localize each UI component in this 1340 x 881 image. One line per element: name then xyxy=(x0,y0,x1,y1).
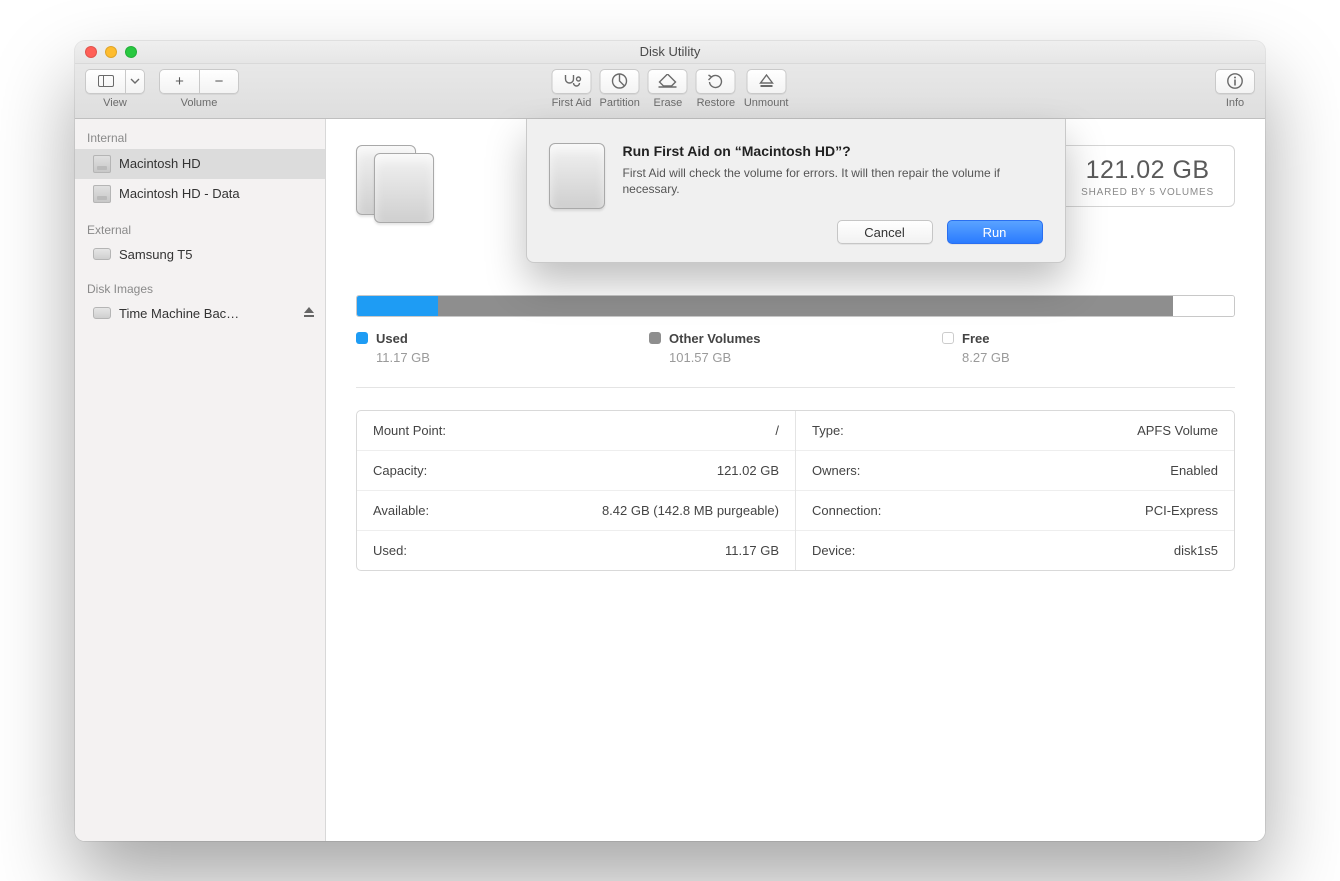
dialog-title: Run First Aid on “Macintosh HD”? xyxy=(623,143,1043,159)
info-icon xyxy=(1226,72,1244,90)
sidebar-section-internal: Internal xyxy=(75,127,325,149)
cancel-button[interactable]: Cancel xyxy=(837,220,933,244)
erase-label: Erase xyxy=(653,97,682,109)
volume-icon xyxy=(93,185,111,203)
erase-button[interactable] xyxy=(648,69,688,94)
detail-row: Available:8.42 GB (142.8 MB purgeable) xyxy=(357,491,795,531)
partition-group: Partition xyxy=(600,69,640,109)
detail-row: Capacity:121.02 GB xyxy=(357,451,795,491)
detail-row: Used:11.17 GB xyxy=(357,531,795,570)
volume-icon xyxy=(93,155,111,173)
capacity-value: 121.02 GB xyxy=(1081,156,1214,185)
usage-bar-free xyxy=(1173,296,1234,316)
free-label: Free xyxy=(962,331,989,346)
usage-bar-other xyxy=(438,296,1174,316)
view-menu-button[interactable] xyxy=(125,69,145,94)
divider xyxy=(356,387,1235,388)
run-button[interactable]: Run xyxy=(947,220,1043,244)
disk-image-icon xyxy=(93,307,111,319)
dialog-body: First Aid will check the volume for erro… xyxy=(623,165,1043,199)
volume-group: + − Volume xyxy=(159,69,239,109)
sidebar-item-samsung-t5[interactable]: Samsung T5 xyxy=(75,241,325,268)
stethoscope-icon xyxy=(562,73,582,89)
titlebar: Disk Utility xyxy=(75,41,1265,64)
used-swatch xyxy=(356,332,368,344)
unmount-group: Unmount xyxy=(744,69,789,109)
window-body: Internal Macintosh HD Macintosh HD - Dat… xyxy=(75,119,1265,841)
free-swatch xyxy=(942,332,954,344)
minus-icon: − xyxy=(215,73,224,90)
volume-artwork xyxy=(356,145,434,223)
view-label: View xyxy=(103,97,127,109)
first-aid-button[interactable] xyxy=(552,69,592,94)
capacity-subtitle: SHARED BY 5 VOLUMES xyxy=(1081,187,1214,198)
sidebar-section-images: Disk Images xyxy=(75,278,325,300)
info-button[interactable] xyxy=(1215,69,1255,94)
detail-row: Connection:PCI-Express xyxy=(796,491,1234,531)
sidebar-item-label: Macintosh HD - Data xyxy=(119,186,240,201)
detail-row: Mount Point:/ xyxy=(357,411,795,451)
plus-icon: + xyxy=(175,73,184,90)
sidebar-item-label: Time Machine Bac… xyxy=(119,306,239,321)
eject-icon xyxy=(303,307,315,318)
toolbar: View + − Volume First Aid Partition xyxy=(75,64,1265,119)
usage-legend: Used 11.17 GB Other Volumes 101.57 GB Fr… xyxy=(356,331,1235,365)
detail-row: Type:APFS Volume xyxy=(796,411,1234,451)
first-aid-label: First Aid xyxy=(552,97,592,109)
volume-add-button[interactable]: + xyxy=(159,69,199,94)
sidebar-section-external: External xyxy=(75,219,325,241)
eraser-icon xyxy=(658,74,678,88)
volume-remove-button[interactable]: − xyxy=(199,69,239,94)
other-value: 101.57 GB xyxy=(669,350,942,365)
hard-drive-icon xyxy=(549,143,605,209)
details-table: Mount Point:/ Capacity:121.02 GB Availab… xyxy=(356,410,1235,571)
usage-bar-used xyxy=(357,296,438,316)
other-swatch xyxy=(649,332,661,344)
erase-group: Erase xyxy=(648,69,688,109)
first-aid-dialog: Run First Aid on “Macintosh HD”? First A… xyxy=(526,119,1066,264)
restore-icon xyxy=(707,73,725,89)
info-group: Info xyxy=(1215,69,1255,109)
partition-button[interactable] xyxy=(600,69,640,94)
sidebar-item-macintosh-hd[interactable]: Macintosh HD xyxy=(75,149,325,179)
usage-bar xyxy=(356,295,1235,317)
sidebar-item-time-machine-backup[interactable]: Time Machine Bac… xyxy=(75,300,325,327)
eject-icon xyxy=(758,74,774,88)
view-sidebar-button[interactable] xyxy=(85,69,125,94)
info-label: Info xyxy=(1226,97,1244,109)
sidebar-item-macintosh-hd-data[interactable]: Macintosh HD - Data xyxy=(75,179,325,209)
partition-label: Partition xyxy=(600,97,640,109)
chevron-down-icon xyxy=(130,78,140,84)
detail-row: Owners:Enabled xyxy=(796,451,1234,491)
sidebar: Internal Macintosh HD Macintosh HD - Dat… xyxy=(75,119,326,841)
details-left: Mount Point:/ Capacity:121.02 GB Availab… xyxy=(357,411,796,570)
restore-button[interactable] xyxy=(696,69,736,94)
unmount-button[interactable] xyxy=(746,69,786,94)
external-drive-icon xyxy=(93,248,111,260)
sidebar-icon xyxy=(98,75,114,87)
detail-row: Device:disk1s5 xyxy=(796,531,1234,570)
view-group: View xyxy=(85,69,145,109)
main-content: 121.02 GB SHARED BY 5 VOLUMES Used 11.17… xyxy=(326,119,1265,841)
dialog-icon xyxy=(549,143,605,245)
volume-label: Volume xyxy=(181,97,218,109)
restore-label: Restore xyxy=(697,97,736,109)
unmount-label: Unmount xyxy=(744,97,789,109)
sidebar-item-label: Samsung T5 xyxy=(119,247,192,262)
used-value: 11.17 GB xyxy=(376,350,649,365)
used-label: Used xyxy=(376,331,408,346)
capacity-box: 121.02 GB SHARED BY 5 VOLUMES xyxy=(1060,145,1235,207)
toolbar-center: First Aid Partition Erase Restore xyxy=(552,69,789,109)
details-right: Type:APFS Volume Owners:Enabled Connecti… xyxy=(796,411,1234,570)
window-title: Disk Utility xyxy=(75,44,1265,59)
eject-button[interactable] xyxy=(303,306,315,321)
restore-group: Restore xyxy=(696,69,736,109)
disk-utility-window: Disk Utility View + − Volume xyxy=(75,41,1265,841)
other-label: Other Volumes xyxy=(669,331,761,346)
free-value: 8.27 GB xyxy=(962,350,1235,365)
first-aid-group: First Aid xyxy=(552,69,592,109)
pie-icon xyxy=(611,72,629,90)
sidebar-item-label: Macintosh HD xyxy=(119,156,201,171)
